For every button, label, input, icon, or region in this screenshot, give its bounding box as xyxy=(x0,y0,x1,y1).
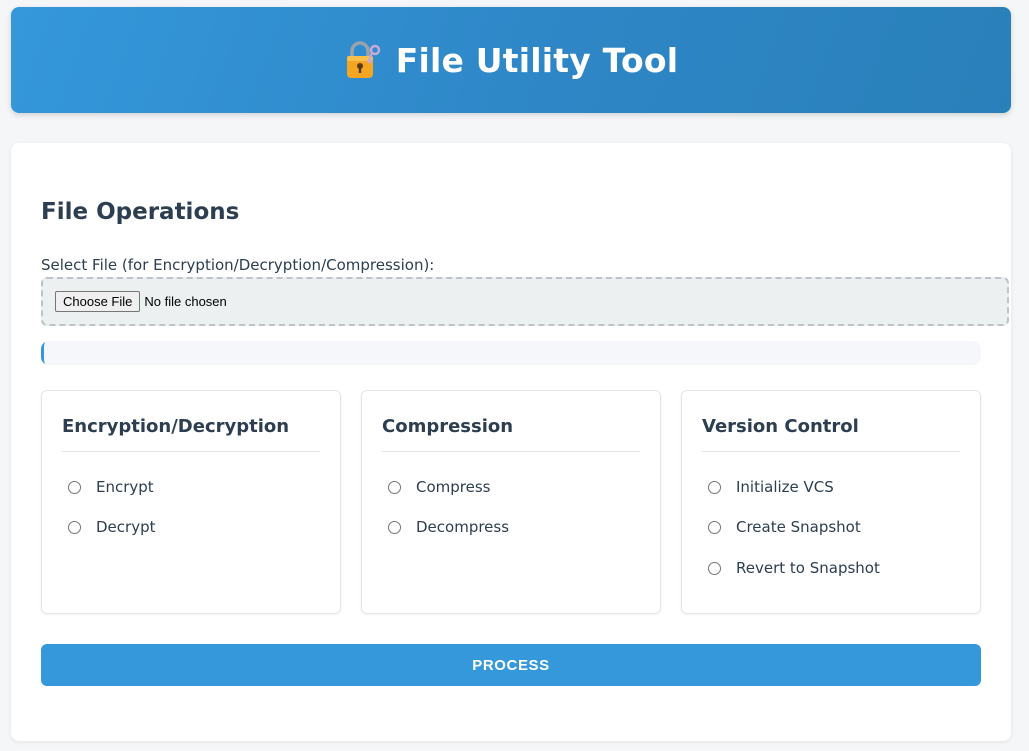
option-label: Encrypt xyxy=(96,478,154,496)
process-button-label: PROCESS xyxy=(472,656,550,674)
header-content: File Utility Tool xyxy=(344,40,679,80)
panel-divider xyxy=(382,451,640,452)
choose-file-button[interactable]: Choose File xyxy=(55,291,141,312)
option-revert-snapshot[interactable]: Revert to Snapshot xyxy=(708,559,880,577)
panel-title: Compression xyxy=(382,416,514,437)
initialize-vcs-radio[interactable] xyxy=(708,480,721,494)
option-label: Decrypt xyxy=(96,518,156,536)
option-initialize-vcs[interactable]: Initialize VCS xyxy=(708,478,834,496)
panel-title: Encryption/Decryption xyxy=(62,416,290,437)
file-drop-zone[interactable]: Choose File No file chosen xyxy=(41,277,1009,326)
create-snapshot-radio[interactable] xyxy=(708,520,721,534)
progress-bar xyxy=(41,341,981,365)
encrypt-radio[interactable] xyxy=(68,480,81,494)
version-control-panel: Version Control Initialize VCS Create Sn… xyxy=(681,390,981,614)
progress-bar-edge xyxy=(41,341,47,365)
panel-title: Version Control xyxy=(702,416,859,437)
option-compress[interactable]: Compress xyxy=(388,478,490,496)
compress-radio[interactable] xyxy=(388,480,401,494)
option-decompress[interactable]: Decompress xyxy=(388,518,509,536)
process-button[interactable]: PROCESS xyxy=(41,644,981,686)
app-title: File Utility Tool xyxy=(395,40,679,80)
option-label: Create Snapshot xyxy=(736,518,861,536)
decompress-radio[interactable] xyxy=(388,520,401,534)
lock-with-key-icon xyxy=(344,40,382,80)
option-encrypt[interactable]: Encrypt xyxy=(68,478,154,496)
encryption-panel: Encryption/Decryption Encrypt Decrypt xyxy=(41,390,341,614)
file-input-label: Select File (for Encryption/Decryption/C… xyxy=(41,256,435,274)
file-status-text: No file chosen xyxy=(144,294,227,309)
app-header: File Utility Tool xyxy=(11,7,1011,113)
panel-divider xyxy=(702,451,960,452)
option-label: Revert to Snapshot xyxy=(736,559,880,577)
section-title: File Operations xyxy=(41,199,240,225)
file-operations-card: File Operations Select File (for Encrypt… xyxy=(11,143,1011,741)
revert-snapshot-radio[interactable] xyxy=(708,561,721,575)
option-label: Initialize VCS xyxy=(736,478,834,496)
option-decrypt[interactable]: Decrypt xyxy=(68,518,155,536)
decrypt-radio[interactable] xyxy=(68,520,81,534)
panel-divider xyxy=(62,451,320,452)
compression-panel: Compression Compress Decompress xyxy=(361,390,661,614)
option-create-snapshot[interactable]: Create Snapshot xyxy=(708,518,861,536)
option-label: Compress xyxy=(416,478,491,496)
option-label: Decompress xyxy=(416,518,510,536)
